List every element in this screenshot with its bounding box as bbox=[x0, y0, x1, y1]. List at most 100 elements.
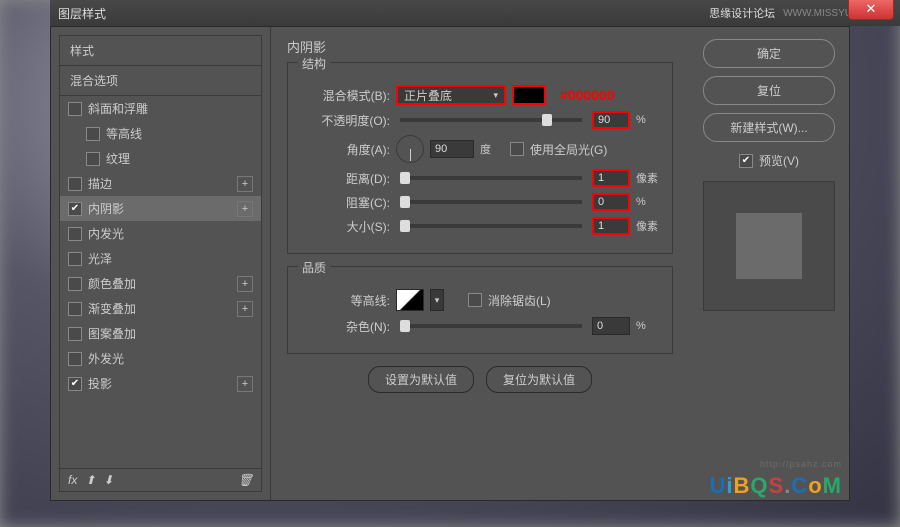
arrow-down-icon[interactable]: ⬇ bbox=[103, 473, 113, 487]
choke-label: 阻塞(C): bbox=[300, 194, 390, 211]
style-checkbox[interactable] bbox=[86, 152, 100, 166]
size-field[interactable]: 1 bbox=[592, 217, 630, 235]
right-panel: 确定 复位 新建样式(W)... 预览(V) bbox=[689, 27, 849, 500]
distance-slider[interactable] bbox=[400, 176, 582, 180]
blend-mode-value: 正片叠底 bbox=[404, 87, 452, 104]
noise-label: 杂色(N): bbox=[300, 318, 390, 335]
blend-options-header[interactable]: 混合选项 bbox=[60, 66, 261, 96]
style-label: 渐变叠加 bbox=[88, 300, 231, 317]
plus-icon[interactable]: + bbox=[237, 276, 253, 292]
style-item[interactable]: 渐变叠加 + bbox=[60, 296, 261, 321]
distance-unit: 像素 bbox=[636, 170, 660, 186]
global-light-checkbox[interactable] bbox=[510, 142, 524, 156]
blend-mode-select[interactable]: 正片叠底 ▾ bbox=[396, 85, 506, 105]
distance-field[interactable]: 1 bbox=[592, 169, 630, 187]
layer-style-dialog: 样式 混合选项 斜面和浮雕等高线纹理描边+ 内阴影 + 内发光光泽颜色叠加 + 渐变叠加 +… bbox=[50, 26, 850, 501]
preview-label: 预览(V) bbox=[759, 152, 799, 169]
plus-icon[interactable]: + bbox=[237, 201, 253, 217]
choke-slider[interactable] bbox=[400, 200, 582, 204]
reset-default-button[interactable]: 复位为默认值 bbox=[486, 366, 592, 393]
structure-legend: 结构 bbox=[298, 55, 330, 72]
quality-group: 品质 等高线: ▾ 消除锯齿(L) 杂色(N): 0 % bbox=[287, 266, 673, 354]
arrow-up-icon[interactable]: ⬆ bbox=[85, 473, 95, 487]
angle-unit: 度 bbox=[480, 141, 504, 157]
styles-sidebar: 样式 混合选项 斜面和浮雕等高线纹理描边+ 内阴影 + 内发光光泽颜色叠加 + 渐变叠加 +… bbox=[51, 27, 271, 500]
plus-icon[interactable]: + bbox=[237, 376, 253, 392]
style-checkbox[interactable] bbox=[68, 252, 82, 266]
contour-dropdown[interactable]: ▾ bbox=[430, 289, 444, 311]
style-checkbox[interactable] bbox=[68, 352, 82, 366]
preview-checkbox[interactable] bbox=[739, 154, 753, 168]
plus-icon[interactable]: + bbox=[237, 301, 253, 317]
sidebar-footer: fx ⬆ ⬇ 🗑 bbox=[60, 468, 261, 491]
style-item[interactable]: 内发光 bbox=[60, 221, 261, 246]
style-item[interactable]: 描边+ bbox=[60, 171, 261, 196]
angle-field[interactable]: 90 bbox=[430, 140, 474, 158]
opacity-slider[interactable] bbox=[400, 118, 582, 122]
style-label: 内发光 bbox=[88, 225, 253, 242]
style-item[interactable]: 图案叠加 bbox=[60, 321, 261, 346]
ok-button[interactable]: 确定 bbox=[703, 39, 835, 68]
style-checkbox[interactable] bbox=[86, 127, 100, 141]
window-title: 图层样式 bbox=[58, 5, 106, 22]
new-style-button[interactable]: 新建样式(W)... bbox=[703, 113, 835, 142]
opacity-unit: % bbox=[636, 114, 660, 126]
style-item[interactable]: 等高线 bbox=[60, 121, 261, 146]
style-checkbox[interactable] bbox=[68, 377, 82, 391]
style-item[interactable]: 外发光 bbox=[60, 346, 261, 371]
style-checkbox[interactable] bbox=[68, 202, 82, 216]
style-checkbox[interactable] bbox=[68, 102, 82, 116]
angle-label: 角度(A): bbox=[300, 141, 390, 158]
preview-swatch bbox=[736, 213, 802, 279]
choke-field[interactable]: 0 bbox=[592, 193, 630, 211]
style-label: 内阴影 bbox=[88, 200, 231, 217]
choke-unit: % bbox=[636, 196, 660, 208]
noise-slider[interactable] bbox=[400, 324, 582, 328]
color-swatch[interactable] bbox=[512, 85, 546, 105]
noise-unit: % bbox=[636, 320, 660, 332]
style-checkbox[interactable] bbox=[68, 227, 82, 241]
noise-field[interactable]: 0 bbox=[592, 317, 630, 335]
titlebar: 图层样式 思缘设计论坛 WWW.MISSYUAN.COM bbox=[50, 0, 900, 26]
set-default-button[interactable]: 设置为默认值 bbox=[368, 366, 474, 393]
global-light-label: 使用全局光(G) bbox=[530, 141, 607, 158]
style-checkbox[interactable] bbox=[68, 277, 82, 291]
close-button[interactable]: ✕ bbox=[848, 0, 894, 20]
style-checkbox[interactable] bbox=[68, 177, 82, 191]
distance-label: 距离(D): bbox=[300, 170, 390, 187]
contour-label: 等高线: bbox=[300, 292, 390, 309]
cancel-button[interactable]: 复位 bbox=[703, 76, 835, 105]
fx-label[interactable]: fx bbox=[68, 473, 77, 487]
style-label: 外发光 bbox=[88, 350, 253, 367]
section-title: 内阴影 bbox=[287, 37, 673, 56]
opacity-field[interactable]: 90 bbox=[592, 111, 630, 129]
style-label: 颜色叠加 bbox=[88, 275, 231, 292]
style-label: 图案叠加 bbox=[88, 325, 253, 342]
style-item[interactable]: 颜色叠加 + bbox=[60, 271, 261, 296]
forum-label: 思缘设计论坛 bbox=[709, 5, 775, 21]
style-checkbox[interactable] bbox=[68, 302, 82, 316]
angle-dial[interactable] bbox=[396, 135, 424, 163]
style-item[interactable]: 投影 + bbox=[60, 371, 261, 396]
size-slider[interactable] bbox=[400, 224, 582, 228]
watermark-logo: UiBQS.CoM bbox=[709, 473, 842, 499]
size-unit: 像素 bbox=[636, 218, 660, 234]
plus-icon[interactable]: + bbox=[237, 176, 253, 192]
quality-legend: 品质 bbox=[298, 259, 330, 276]
style-label: 等高线 bbox=[106, 125, 253, 142]
style-checkbox[interactable] bbox=[68, 327, 82, 341]
style-item[interactable]: 光泽 bbox=[60, 246, 261, 271]
style-item[interactable]: 纹理 bbox=[60, 146, 261, 171]
style-label: 斜面和浮雕 bbox=[88, 100, 253, 117]
styles-header[interactable]: 样式 bbox=[60, 36, 261, 66]
contour-preview[interactable] bbox=[396, 289, 424, 311]
opacity-label: 不透明度(O): bbox=[300, 112, 390, 129]
style-item[interactable]: 斜面和浮雕 bbox=[60, 96, 261, 121]
antialias-label: 消除锯齿(L) bbox=[488, 292, 551, 309]
trash-icon[interactable]: 🗑 bbox=[238, 473, 253, 487]
watermark-url: http://psahz.com bbox=[760, 459, 842, 469]
style-item[interactable]: 内阴影 + bbox=[60, 196, 261, 221]
blend-mode-label: 混合模式(B): bbox=[300, 87, 390, 104]
antialias-checkbox[interactable] bbox=[468, 293, 482, 307]
style-label: 投影 bbox=[88, 375, 231, 392]
